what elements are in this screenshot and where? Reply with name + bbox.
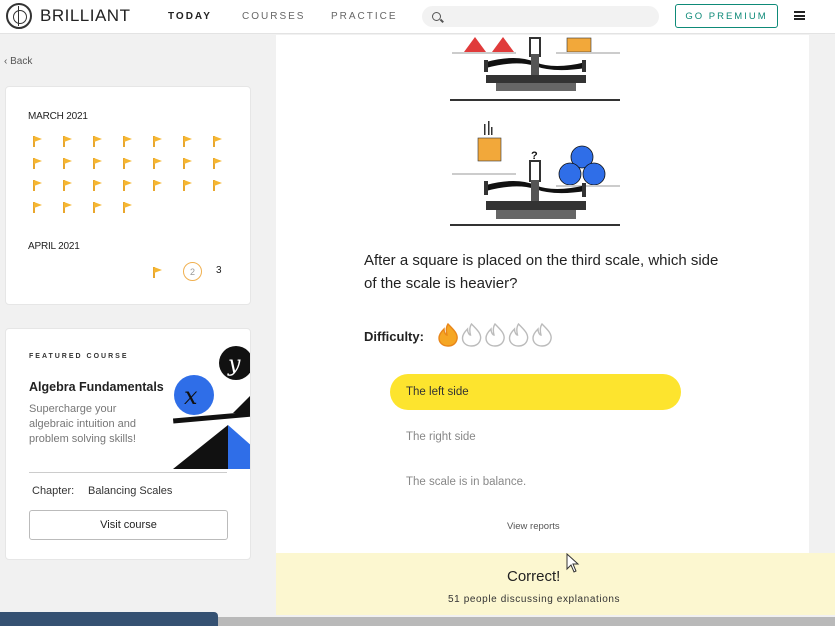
flag-icon — [182, 157, 193, 169]
answer-option-left-side[interactable]: The left side — [390, 374, 681, 410]
flag-icon — [182, 179, 193, 191]
flame-empty-icon — [532, 323, 552, 347]
brilliant-logo-icon[interactable] — [6, 3, 32, 29]
flag-icon — [152, 135, 163, 147]
flame-filled-icon — [438, 323, 458, 347]
flag-icon — [92, 135, 103, 147]
triangle-weight-icon — [492, 37, 514, 52]
x-letter: x — [184, 382, 198, 410]
ball-weight-icon — [558, 162, 582, 186]
flag-icon — [32, 201, 43, 213]
square-weight-icon — [477, 137, 502, 162]
y-letter: y — [227, 352, 241, 377]
chapter-label: Chapter: — [32, 485, 75, 497]
flag-icon — [32, 179, 43, 191]
problem-panel: ? After a square is placed on the third … — [276, 35, 809, 553]
flag-icon — [122, 201, 133, 213]
flag-icon — [62, 179, 73, 191]
answer-option-balance[interactable]: The scale is in balance. — [390, 464, 681, 500]
top-navbar: BRILLIANT TODAY COURSES PRACTICE GO PREM… — [0, 0, 835, 34]
difficulty-label: Difficulty: — [364, 329, 424, 344]
question-text: After a square is placed on the third sc… — [364, 252, 719, 292]
flag-icon — [122, 179, 133, 191]
visit-course-button[interactable]: Visit course — [29, 510, 228, 540]
difficulty-flames — [438, 323, 552, 347]
search-input[interactable] — [422, 6, 659, 27]
nav-practice[interactable]: PRACTICE — [331, 11, 398, 22]
flag-icon — [62, 157, 73, 169]
course-description: Supercharge your algebraic intuition and… — [29, 403, 137, 445]
flag-icon — [152, 157, 163, 169]
bottom-tab-bar — [0, 612, 218, 626]
result-banner: Correct! 51 people discussing explanatio… — [276, 553, 835, 615]
flag-icon — [152, 179, 163, 191]
discussion-link[interactable]: 51 people discussing explanations — [448, 594, 620, 605]
flag-icon — [122, 157, 133, 169]
chapter-value: Balancing Scales — [88, 485, 173, 497]
today-day-circle[interactable]: 2 — [183, 262, 202, 281]
featured-course-label: FEATURED COURSE — [29, 353, 129, 360]
flag-icon — [152, 266, 163, 278]
flame-empty-icon — [485, 323, 505, 347]
streak-calendar-card: MARCH 2021 APRIL 2021 2 3 — [5, 86, 251, 305]
triangle-weight-icon — [464, 37, 486, 52]
back-label: Back — [10, 56, 33, 67]
flag-icon — [32, 157, 43, 169]
back-link[interactable]: ‹ Back — [4, 56, 32, 67]
flag-icon — [212, 179, 223, 191]
flag-icon — [92, 157, 103, 169]
flag-icon — [212, 135, 223, 147]
answer-option-right-side[interactable]: The right side — [390, 419, 681, 455]
month-label-march: MARCH 2021 — [28, 111, 88, 122]
calendar-day: 3 — [216, 265, 222, 276]
course-illustration: y x — [173, 343, 250, 469]
brand-name[interactable]: BRILLIANT — [40, 6, 130, 26]
hamburger-menu-icon[interactable] — [794, 11, 805, 20]
course-title[interactable]: Algebra Fundamentals — [29, 380, 164, 394]
flag-icon — [92, 201, 103, 213]
flag-icon — [62, 201, 73, 213]
flag-icon — [92, 179, 103, 191]
flag-icon — [212, 157, 223, 169]
search-icon — [432, 12, 441, 21]
ball-weight-icon — [582, 162, 606, 186]
flag-icon — [62, 135, 73, 147]
card-divider — [29, 472, 227, 473]
view-reports-link[interactable]: View reports — [507, 521, 560, 532]
flame-empty-icon — [461, 323, 482, 347]
square-weight-icon — [566, 37, 592, 53]
horizontal-scrollbar[interactable] — [218, 617, 835, 626]
nav-courses[interactable]: COURSES — [242, 11, 305, 22]
flame-empty-icon — [508, 323, 529, 347]
go-premium-button[interactable]: GO PREMIUM — [675, 4, 778, 28]
flag-icon — [122, 135, 133, 147]
mouse-cursor-icon — [566, 553, 580, 573]
balance-scales-illustration: ? — [450, 37, 620, 226]
flag-icon — [182, 135, 193, 147]
nav-today[interactable]: TODAY — [168, 11, 212, 22]
featured-course-card: FEATURED COURSE Algebra Fundamentals Sup… — [5, 328, 251, 560]
month-label-april: APRIL 2021 — [28, 241, 80, 252]
result-status: Correct! — [507, 568, 561, 585]
flag-icon — [32, 135, 43, 147]
